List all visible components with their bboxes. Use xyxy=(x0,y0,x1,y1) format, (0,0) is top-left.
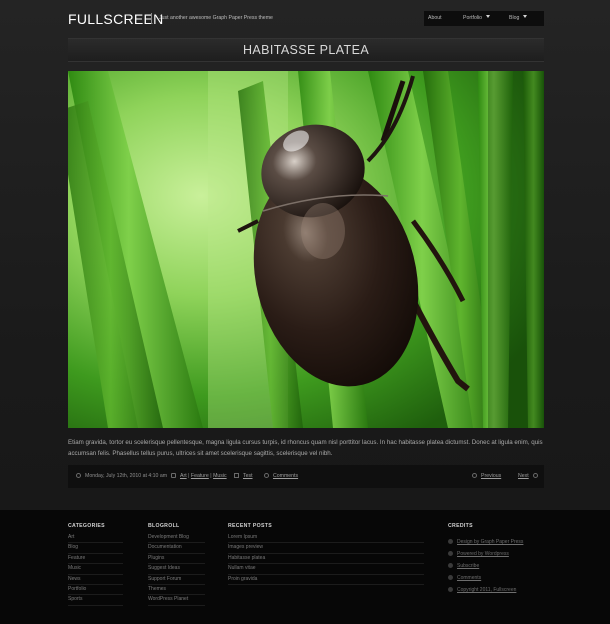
footer-link[interactable]: Suggest Ideas xyxy=(148,564,205,575)
post-title[interactable]: HABITASSE PLATEA xyxy=(68,43,544,57)
category-link-art[interactable]: Art xyxy=(180,473,187,479)
footer-heading: BLOGROLL xyxy=(148,523,180,529)
footer-link[interactable]: Themes xyxy=(148,585,205,596)
footer-recent-posts: RECENT POSTS Lorem Ipsum Images preview … xyxy=(228,523,424,586)
credit-label: Subscribe xyxy=(457,563,480,569)
category-link-feature[interactable]: Feature xyxy=(191,473,209,479)
footer-link[interactable]: Plugins xyxy=(148,554,205,565)
footer-heading: CREDITS xyxy=(448,523,473,529)
comments-link[interactable]: Comments xyxy=(273,473,298,479)
nav-item-label: Blog xyxy=(509,15,520,21)
footer-link[interactable]: Habitasse platea xyxy=(228,554,424,565)
post-tags: Test xyxy=(234,473,253,480)
arrow-right-icon xyxy=(532,473,538,478)
footer-link[interactable]: Documentation xyxy=(148,543,205,554)
footer-link[interactable]: News xyxy=(68,575,123,586)
footer-link[interactable]: Portfolio xyxy=(68,585,123,596)
footer-credit-link[interactable]: Design by Graph Paper Press xyxy=(448,536,548,548)
rss-icon xyxy=(448,563,453,568)
clock-icon xyxy=(76,473,81,478)
footer-link[interactable]: WordPress Planet xyxy=(148,595,205,606)
arrow-left-icon xyxy=(472,473,477,478)
footer-credit-link[interactable]: Comments xyxy=(448,572,548,584)
credit-label: Copyright 2011, Fullscreen xyxy=(457,587,517,593)
design-icon xyxy=(448,539,453,544)
footer-link[interactable]: Support Forum xyxy=(148,575,205,586)
chevron-down-icon xyxy=(486,15,491,18)
footer-heading: CATEGORIES xyxy=(68,523,105,529)
footer-link[interactable]: Music xyxy=(68,564,123,575)
footer-credit-link[interactable]: Subscribe xyxy=(448,560,548,572)
footer-categories: CATEGORIES Art Blog Feature Music News P… xyxy=(68,523,123,606)
tag-icon xyxy=(234,473,239,478)
nav-item-label: About xyxy=(428,15,442,21)
tag-link[interactable]: Test xyxy=(243,473,253,479)
footer-link[interactable]: Blog xyxy=(68,543,123,554)
credit-label: Comments xyxy=(457,575,482,581)
credit-label: Design by Graph Paper Press xyxy=(457,539,524,545)
footer-link[interactable]: Sports xyxy=(68,595,123,606)
nav-item-portfolio[interactable]: Portfolio xyxy=(463,15,491,22)
copyright-icon xyxy=(448,587,453,592)
previous-post-link[interactable]: Previous xyxy=(472,473,501,480)
post-excerpt: Etiam gravida, tortor eu scelerisque pel… xyxy=(68,439,543,457)
site-tagline: Just another awesome Graph Paper Press t… xyxy=(159,15,273,21)
nav-item-about[interactable]: About xyxy=(428,15,442,22)
next-post-link[interactable]: Next xyxy=(518,473,538,480)
site-footer: CATEGORIES Art Blog Feature Music News P… xyxy=(0,510,610,624)
beetle-on-grass-photo xyxy=(68,71,544,428)
post-date-text: Monday, July 12th, 2010 at 4:10 am xyxy=(85,473,168,479)
post-meta-bar: Monday, July 12th, 2010 at 4:10 am Art |… xyxy=(68,465,544,488)
footer-link[interactable]: Feature xyxy=(68,554,123,565)
title-divider xyxy=(151,13,152,24)
footer-credits: CREDITS Design by Graph Paper Press Powe… xyxy=(448,523,548,596)
footer-credit-link[interactable]: Powered by Wordpress xyxy=(448,548,548,560)
footer-link[interactable]: Lorem Ipsum xyxy=(228,533,424,544)
footer-link[interactable]: Development Blog xyxy=(148,533,205,544)
category-link-music[interactable]: Music xyxy=(213,473,227,479)
footer-link[interactable]: Proin gravida xyxy=(228,575,424,586)
footer-link[interactable]: Nullam vitae xyxy=(228,564,424,575)
nav-item-label: Portfolio xyxy=(463,15,483,21)
post-title-bar: HABITASSE PLATEA xyxy=(68,38,544,62)
comment-icon xyxy=(264,473,269,478)
post-featured-image[interactable] xyxy=(68,71,544,428)
post-date: Monday, July 12th, 2010 at 4:10 am xyxy=(76,473,167,480)
folder-icon xyxy=(171,473,176,478)
chevron-down-icon xyxy=(523,15,528,18)
post-comments: Comments xyxy=(264,473,298,480)
footer-heading: RECENT POSTS xyxy=(228,523,272,529)
nav-item-blog[interactable]: Blog xyxy=(509,15,528,22)
wordpress-icon xyxy=(448,551,453,556)
category-separator: | xyxy=(188,473,190,479)
post-categories: Art | Feature | Music xyxy=(171,473,227,480)
comment-icon xyxy=(448,575,453,580)
footer-blogroll: BLOGROLL Development Blog Documentation … xyxy=(148,523,205,606)
site-title[interactable]: FULLSCREEN xyxy=(68,11,164,27)
credit-label: Powered by Wordpress xyxy=(457,551,509,557)
footer-link[interactable]: Art xyxy=(68,533,123,544)
footer-link[interactable]: Images preview xyxy=(228,543,424,554)
footer-credit-link[interactable]: Copyright 2011, Fullscreen xyxy=(448,584,548,596)
previous-label: Previous xyxy=(481,473,502,479)
category-separator: | xyxy=(210,473,212,479)
main-nav: About Portfolio Blog xyxy=(424,11,544,26)
next-label: Next xyxy=(518,473,529,479)
